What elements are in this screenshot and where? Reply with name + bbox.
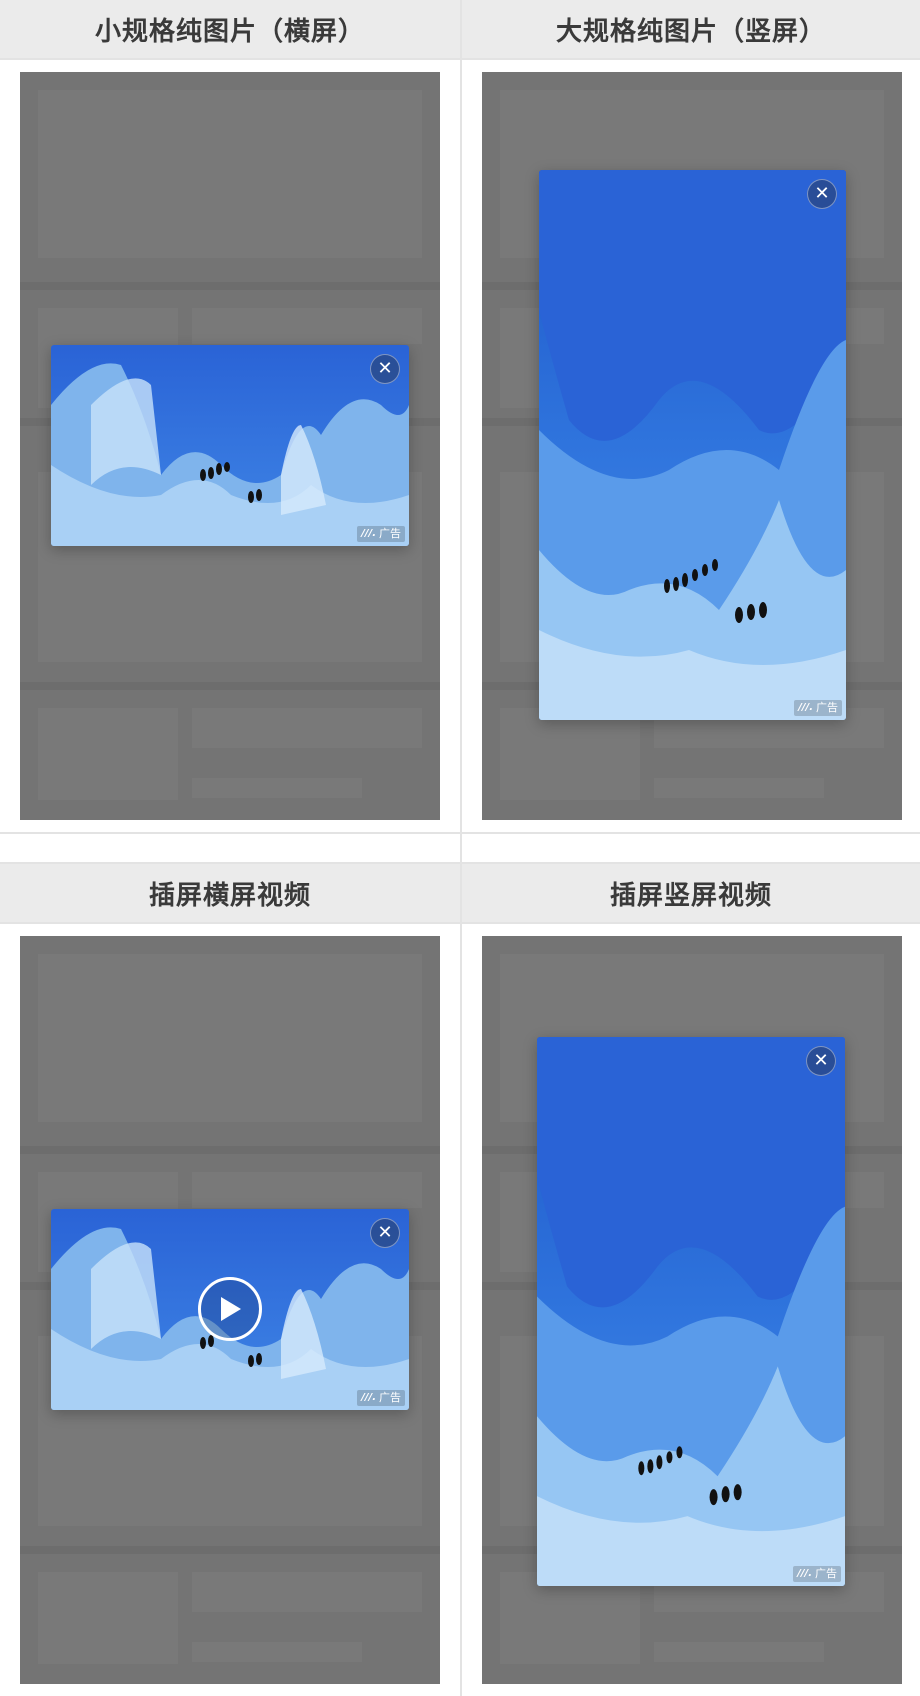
cell-title-text: 插屏竖屏视频 — [609, 880, 772, 911]
ad-badge: ///. 广告 — [357, 1390, 405, 1406]
ad-badge: ///. 广告 — [794, 700, 842, 716]
close-glyph: ✕ — [814, 183, 830, 204]
ad-badge-label: 广告 — [815, 1567, 837, 1580]
close-glyph: ✕ — [813, 1050, 829, 1071]
ad-badge-label: 广告 — [379, 1391, 401, 1404]
brand-logo-icon: ///. — [798, 702, 813, 713]
ad-creative-image — [51, 345, 409, 546]
cell-title-text: 小规格纯图片（横屏） — [94, 16, 365, 47]
cell-title: 大规格纯图片（竖屏） — [462, 0, 920, 60]
ad-badge-label: 广告 — [816, 701, 838, 714]
ad-creative-image — [539, 170, 846, 720]
interstitial-ad-image-landscape[interactable]: ✕ ///. 广告 — [51, 345, 409, 546]
cell-title-text: 插屏横屏视频 — [148, 880, 311, 911]
interstitial-ad-video-landscape[interactable]: ✕ ///. 广告 — [51, 1209, 409, 1410]
interstitial-ad-image-portrait[interactable]: ✕ ///. 广告 — [539, 170, 846, 720]
ad-format-grid: 小规格纯图片（横屏） 大规格纯图片（竖屏） ✕ ///. 广告 ✕ ///. 广… — [0, 0, 920, 1696]
brand-logo-icon: ///. — [797, 1568, 812, 1579]
ad-badge: ///. 广告 — [793, 1566, 841, 1582]
cell-title: 插屏横屏视频 — [0, 864, 460, 924]
cell-title: 小规格纯图片（横屏） — [0, 0, 460, 60]
close-icon[interactable]: ✕ — [807, 179, 837, 209]
interstitial-ad-video-portrait[interactable]: ✕ ///. 广告 — [537, 1037, 845, 1586]
close-glyph: ✕ — [377, 1222, 393, 1243]
close-icon[interactable]: ✕ — [370, 1218, 400, 1248]
close-icon[interactable]: ✕ — [370, 354, 400, 384]
ad-video-frame — [537, 1037, 845, 1586]
close-glyph: ✕ — [377, 358, 393, 379]
cell-title-text: 大规格纯图片（竖屏） — [555, 16, 826, 47]
close-icon[interactable]: ✕ — [806, 1046, 836, 1076]
ad-badge: ///. 广告 — [357, 526, 405, 542]
brand-logo-icon: ///. — [361, 528, 376, 539]
play-icon[interactable] — [198, 1277, 262, 1341]
play-triangle — [221, 1297, 241, 1321]
column-divider — [460, 0, 462, 1696]
cell-title: 插屏竖屏视频 — [462, 864, 920, 924]
brand-logo-icon: ///. — [361, 1392, 376, 1403]
ad-badge-label: 广告 — [379, 527, 401, 540]
